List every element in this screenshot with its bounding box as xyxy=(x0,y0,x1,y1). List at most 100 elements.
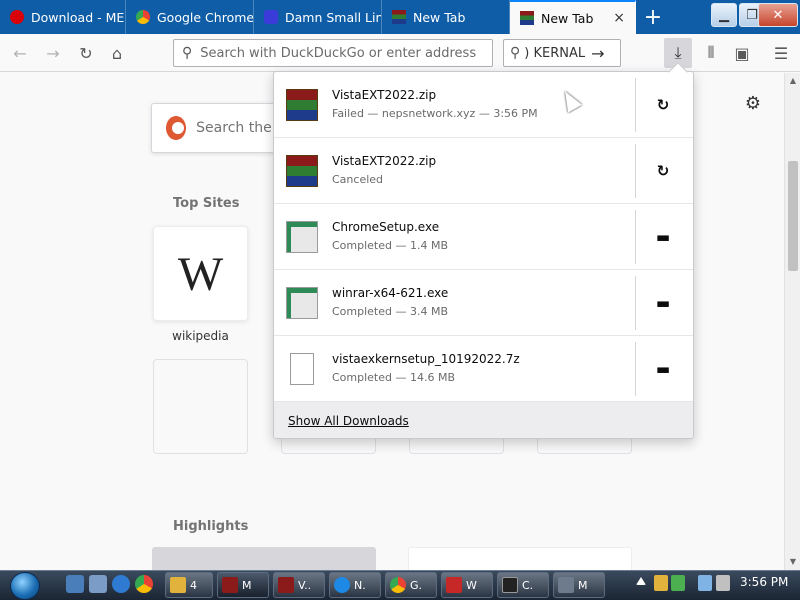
download-item[interactable]: VistaEXT2022.zip Failed — nepsnetwork.xy… xyxy=(274,72,693,138)
highlights-title: Highlights xyxy=(173,519,249,534)
retry-button[interactable]: ↻ xyxy=(650,158,676,184)
file-icon xyxy=(290,353,314,385)
internet-explorer-icon[interactable] xyxy=(112,575,130,593)
tab-label: New Tab xyxy=(541,10,594,26)
top-site-label: wikipedia xyxy=(172,329,229,343)
highlight-card[interactable] xyxy=(152,547,376,571)
download-filename: winrar-x64-621.exe xyxy=(332,286,449,300)
minimize-button[interactable]: ▁ xyxy=(711,3,737,27)
tab-damn-small-linux[interactable]: Damn Small Lin xyxy=(254,0,382,34)
tab-label: Damn Small Lin xyxy=(285,9,382,25)
forward-button[interactable]: → xyxy=(42,42,64,64)
download-status: Completed — 3.4 MB xyxy=(332,305,449,318)
divider xyxy=(635,78,636,132)
downloads-panel: VistaEXT2022.zip Failed — nepsnetwork.xy… xyxy=(273,71,694,439)
folder-icon xyxy=(170,577,186,593)
download-status: Completed — 1.4 MB xyxy=(332,239,449,252)
winrar-icon xyxy=(286,155,318,187)
divider xyxy=(635,342,636,396)
winrar-icon xyxy=(520,11,534,25)
taskbar-label: 4 xyxy=(190,578,197,592)
reload-button[interactable]: ↻ xyxy=(75,42,97,64)
download-status: Canceled xyxy=(332,173,384,186)
winrar-icon xyxy=(286,89,318,121)
search-text: ) KERNAL xyxy=(524,45,586,61)
download-item[interactable]: ChromeSetup.exe Completed — 1.4 MB ▬ xyxy=(274,204,693,270)
download-status: Failed — nepsnetwork.xyz — 3:56 PM xyxy=(332,107,538,120)
page-search-box[interactable]: Search the W xyxy=(151,103,291,153)
tab-new-tab[interactable]: New Tab xyxy=(382,0,510,34)
chrome-icon xyxy=(390,577,406,593)
library-button[interactable]: ⦀ xyxy=(700,42,722,64)
download-status: Completed — 14.6 MB xyxy=(332,371,456,384)
top-site-tile-wikipedia[interactable]: W xyxy=(153,226,248,321)
shield-icon xyxy=(446,577,462,593)
sidebar-toggle-button[interactable]: ▣ xyxy=(731,42,753,64)
tab-mega-download[interactable]: Download - ME xyxy=(0,0,126,34)
taskbar-button-ie[interactable]: N. xyxy=(329,572,381,598)
home-button[interactable]: ⌂ xyxy=(106,42,128,64)
taskbar-button-explorer[interactable]: 4 xyxy=(165,572,213,598)
settings-gear-icon[interactable]: ⚙ xyxy=(742,93,764,115)
winrar-icon xyxy=(278,577,294,593)
download-filename: VistaEXT2022.zip xyxy=(332,88,437,102)
show-hidden-icons-icon[interactable] xyxy=(636,577,646,585)
close-tab-icon[interactable]: × xyxy=(613,10,625,26)
taskbar-label: M xyxy=(242,578,252,592)
tab-new-tab-active[interactable]: New Tab × xyxy=(510,0,636,34)
download-item[interactable]: vistaexkernsetup_10192022.7z Completed —… xyxy=(274,336,693,402)
retry-button[interactable]: ↻ xyxy=(650,92,676,118)
taskbar-label: M xyxy=(578,578,588,592)
taskbar-label: C. xyxy=(522,578,534,592)
new-tab-button[interactable]: + xyxy=(636,0,670,34)
download-item[interactable]: winrar-x64-621.exe Completed — 3.4 MB ▬ xyxy=(274,270,693,336)
download-item[interactable]: VistaEXT2022.zip Canceled ↻ xyxy=(274,138,693,204)
scroll-up-icon[interactable]: ▲ xyxy=(787,76,799,86)
open-folder-button[interactable]: ▬ xyxy=(650,356,676,382)
tab-label: New Tab xyxy=(413,9,466,25)
chrome-icon[interactable] xyxy=(135,575,153,593)
app-icon xyxy=(558,577,574,593)
taskbar-button-manager[interactable]: M xyxy=(553,572,605,598)
search-icon: ⚲ xyxy=(182,45,193,61)
url-bar[interactable]: ⚲ Search with DuckDuckGo or enter addres… xyxy=(173,39,493,67)
switch-windows-icon[interactable] xyxy=(89,575,107,593)
duckduckgo-icon xyxy=(166,116,187,140)
search-icon: ⚲ xyxy=(510,45,521,61)
taskbar-button-chrome[interactable]: G. xyxy=(385,572,437,598)
show-desktop-icon[interactable] xyxy=(66,575,84,593)
start-button[interactable] xyxy=(10,572,40,600)
system-clock[interactable]: 3:56 PM xyxy=(740,575,788,589)
divider xyxy=(635,276,636,330)
taskbar-button-firefox[interactable]: M xyxy=(217,572,269,598)
url-placeholder: Search with DuckDuckGo or enter address xyxy=(200,45,477,61)
search-bar[interactable]: ⚲ ) KERNAL → xyxy=(503,39,621,67)
taskbar-button-winrar[interactable]: V.. xyxy=(273,572,325,598)
search-go-icon[interactable]: → xyxy=(591,44,604,63)
taskbar-label: G. xyxy=(410,578,423,592)
scroll-down-icon[interactable]: ▼ xyxy=(787,557,799,567)
installer-icon xyxy=(286,221,318,253)
taskbar-button-security[interactable]: W xyxy=(441,572,493,598)
show-all-downloads-button[interactable]: Show All Downloads xyxy=(274,402,693,438)
taskbar-label: W xyxy=(466,578,477,592)
top-sites-title: Top Sites xyxy=(173,196,240,211)
security-tray-icon[interactable] xyxy=(654,575,668,591)
back-button[interactable]: ← xyxy=(9,42,31,64)
volume-muted-icon[interactable] xyxy=(716,575,730,591)
network-tray-icon[interactable] xyxy=(671,575,685,591)
open-folder-button[interactable]: ▬ xyxy=(650,290,676,316)
internet-explorer-icon xyxy=(334,577,350,593)
highlight-card[interactable] xyxy=(408,547,632,571)
taskbar-button-cmd[interactable]: C. xyxy=(497,572,549,598)
monitor-tray-icon[interactable] xyxy=(698,575,712,591)
scrollbar-thumb[interactable] xyxy=(788,161,798,271)
tab-google-chrome[interactable]: Google Chrome xyxy=(126,0,254,34)
menu-button[interactable]: ☰ xyxy=(770,42,792,64)
top-site-tile-empty[interactable] xyxy=(153,359,248,454)
open-folder-button[interactable]: ▬ xyxy=(650,224,676,250)
download-filename: vistaexkernsetup_10192022.7z xyxy=(332,352,520,366)
close-window-button[interactable]: ✕ xyxy=(758,3,798,27)
tab-bar: Download - ME Google Chrome Damn Small L… xyxy=(0,0,800,34)
page-scrollbar[interactable]: ▲ ▼ xyxy=(784,73,800,570)
